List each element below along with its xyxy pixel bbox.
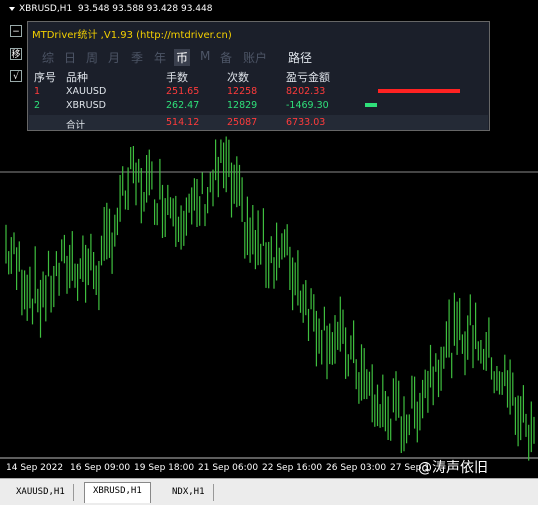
period-tab-account[interactable]: 账户 — [243, 49, 267, 66]
total-row: 合计 514.12 25087 6733.03 — [29, 115, 488, 131]
symbol-tab-xauusd[interactable]: XAUUSD,H1 — [8, 484, 74, 501]
move-button[interactable]: 移 — [10, 48, 22, 60]
row-count: 12829 — [227, 100, 258, 111]
total-pnl: 6733.03 — [286, 117, 326, 128]
minimize-button[interactable]: − — [10, 25, 22, 37]
route-tab[interactable]: 路径 — [288, 49, 312, 66]
period-tab-all[interactable]: 综 — [42, 49, 54, 66]
x-tick-label: 26 Sep 03:00 — [326, 463, 387, 473]
chart-area[interactable]: XBRUSD,H1 93.548 93.588 93.428 93.448 − … — [0, 0, 538, 478]
symbol-tab-ndx[interactable]: NDX,H1 — [164, 484, 214, 501]
x-tick-label: 22 Sep 16:00 — [262, 463, 323, 473]
check-button[interactable]: √ — [10, 70, 22, 82]
row-pnl: 8202.33 — [286, 86, 326, 97]
row-pnl: -1469.30 — [286, 100, 329, 111]
dropdown-triangle-icon[interactable] — [9, 6, 15, 11]
row-product: XBRUSD — [66, 100, 106, 111]
x-tick-label: 16 Sep 09:00 — [70, 463, 131, 473]
stats-panel: MTDriver统计 ,V1.93 (http://mtdriver.cn) 综… — [27, 21, 490, 131]
table-row[interactable]: 1 XAUUSD 251.65 12258 8202.33 — [32, 86, 487, 99]
header-count: 次数 — [227, 71, 249, 84]
period-tab-backup[interactable]: 备 — [220, 49, 232, 66]
period-tab-day[interactable]: 日 — [64, 49, 76, 66]
symbol-tab-xbrusd[interactable]: XBRUSD,H1 — [84, 482, 151, 503]
period-tab-year[interactable]: 年 — [154, 49, 166, 66]
x-tick-label: 14 Sep 2022 — [6, 463, 64, 473]
panel-title: MTDriver统计 ,V1.93 (http://mtdriver.cn) — [32, 30, 232, 41]
header-index: 序号 — [34, 71, 56, 84]
total-label: 合计 — [66, 120, 86, 131]
pnl-bar — [365, 103, 377, 107]
period-tab-quarter[interactable]: 季 — [131, 49, 143, 66]
x-tick-label: 21 Sep 06:00 — [198, 463, 259, 473]
table-row[interactable]: 2 XBRUSD 262.47 12829 -1469.30 — [32, 100, 487, 113]
symbol-name: XBRUSD,H1 — [19, 4, 73, 14]
row-lots: 251.65 — [166, 86, 200, 97]
row-lots: 262.47 — [166, 100, 200, 111]
pnl-bar — [378, 89, 460, 93]
symbol-title: XBRUSD,H1 93.548 93.588 93.428 93.448 — [9, 4, 212, 14]
ohlc-values: 93.548 93.588 93.428 93.448 — [77, 4, 213, 14]
header-product: 品种 — [66, 71, 88, 84]
row-index: 1 — [34, 86, 41, 97]
watermark: @涛声依旧 — [418, 460, 488, 476]
total-lots: 514.12 — [166, 117, 200, 128]
header-lots: 手数 — [166, 71, 188, 84]
header-pnl: 盈亏金额 — [286, 71, 330, 84]
table-header: 序号 品种 手数 次数 盈亏金额 — [32, 69, 487, 85]
period-tab-symbol[interactable]: 币 — [174, 49, 191, 66]
x-tick-label: 19 Sep 18:00 — [134, 463, 195, 473]
total-count: 25087 — [227, 117, 258, 128]
period-tab-month[interactable]: 月 — [108, 49, 120, 66]
row-product: XAUUSD — [66, 86, 107, 97]
row-count: 12258 — [227, 86, 258, 97]
symbol-tab-bar: XAUUSD,H1 XBRUSD,H1 NDX,H1 — [0, 478, 538, 505]
period-tab-week[interactable]: 周 — [86, 49, 98, 66]
row-index: 2 — [34, 100, 41, 111]
period-tab-m[interactable]: M — [200, 49, 210, 63]
